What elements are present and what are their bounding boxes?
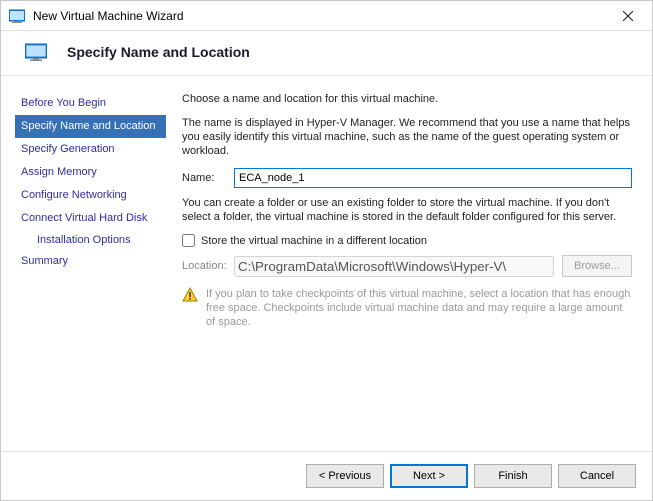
- titlebar: New Virtual Machine Wizard: [1, 1, 652, 31]
- wizard-footer: < Previous Next > Finish Cancel: [1, 451, 652, 500]
- nav-specify-generation[interactable]: Specify Generation: [15, 138, 166, 161]
- desc-text: The name is displayed in Hyper-V Manager…: [182, 116, 632, 158]
- location-input: [234, 256, 554, 277]
- store-different-location-label: Store the virtual machine in a different…: [201, 235, 427, 247]
- browse-button: Browse...: [562, 255, 632, 277]
- close-button[interactable]: [608, 2, 648, 30]
- wizard-nav: Before You Begin Specify Name and Locati…: [1, 92, 166, 451]
- previous-button[interactable]: < Previous: [306, 464, 384, 488]
- finish-button[interactable]: Finish: [474, 464, 552, 488]
- wizard-window: New Virtual Machine Wizard Specify Name …: [0, 0, 653, 501]
- nav-assign-memory[interactable]: Assign Memory: [15, 161, 166, 184]
- nav-specify-name-location[interactable]: Specify Name and Location: [15, 115, 166, 138]
- name-label: Name:: [182, 172, 234, 184]
- name-input[interactable]: [234, 168, 632, 188]
- wizard-header: Specify Name and Location: [1, 31, 652, 76]
- cancel-button[interactable]: Cancel: [558, 464, 636, 488]
- warning-text: If you plan to take checkpoints of this …: [206, 287, 632, 329]
- vm-icon: [25, 43, 47, 61]
- wizard-content: Choose a name and location for this virt…: [166, 92, 652, 451]
- warning-icon: [182, 287, 198, 303]
- wizard-body: Before You Begin Specify Name and Locati…: [1, 76, 652, 451]
- store-different-location-checkbox[interactable]: [182, 234, 195, 247]
- nav-configure-networking[interactable]: Configure Networking: [15, 184, 166, 207]
- nav-summary[interactable]: Summary: [15, 250, 166, 273]
- nav-installation-options[interactable]: Installation Options: [15, 230, 166, 250]
- page-heading: Specify Name and Location: [67, 44, 250, 60]
- nav-before-you-begin[interactable]: Before You Begin: [15, 92, 166, 115]
- next-button[interactable]: Next >: [390, 464, 468, 488]
- folder-desc: You can create a folder or use an existi…: [182, 196, 632, 224]
- app-icon: [9, 8, 25, 24]
- window-title: New Virtual Machine Wizard: [33, 9, 608, 23]
- intro-text: Choose a name and location for this virt…: [182, 92, 632, 106]
- nav-connect-vhd[interactable]: Connect Virtual Hard Disk: [15, 207, 166, 230]
- location-label: Location:: [182, 260, 234, 272]
